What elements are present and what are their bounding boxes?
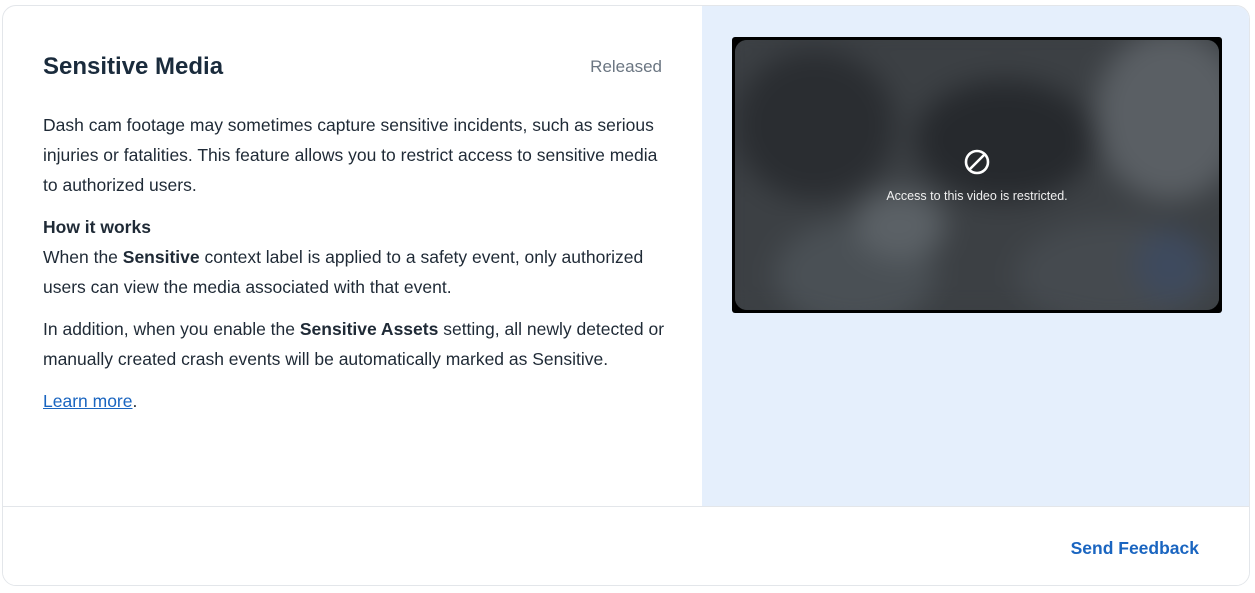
- blurred-video-thumbnail: Access to this video is restricted.: [735, 40, 1219, 310]
- send-feedback-button[interactable]: Send Feedback: [1071, 537, 1199, 559]
- feature-header: Sensitive Media Released: [43, 50, 662, 84]
- status-badge: Released: [590, 57, 662, 76]
- sensitive-label-text: Sensitive: [122, 247, 200, 267]
- how-it-works-section: How it works When the Sensitive context …: [43, 212, 666, 302]
- video-preview[interactable]: Access to this video is restricted.: [732, 37, 1222, 313]
- learn-more-line: Learn more.: [43, 386, 666, 416]
- intro-paragraph: Dash cam footage may sometimes capture s…: [43, 115, 658, 195]
- sensitive-assets-text: Sensitive Assets: [299, 319, 439, 339]
- feature-description-pane: Sensitive Media Released Dash cam footag…: [3, 6, 702, 506]
- addition-paragraph: In addition, when you enable the Sensiti…: [43, 314, 666, 374]
- feature-title: Sensitive Media: [43, 53, 224, 80]
- feature-body: Dash cam footage may sometimes capture s…: [43, 110, 666, 416]
- restricted-icon: [963, 148, 991, 176]
- media-preview-pane: Access to this video is restricted.: [702, 6, 1249, 506]
- feature-card: Sensitive Media Released Dash cam footag…: [2, 5, 1250, 586]
- how-it-works-heading: How it works: [43, 217, 151, 237]
- addition-text-prefix: In addition, when you enable the: [43, 319, 300, 339]
- how-it-works-text-prefix: When the: [43, 247, 123, 267]
- learn-more-period: .: [132, 391, 138, 411]
- restricted-message: Access to this video is restricted.: [886, 189, 1068, 203]
- learn-more-link[interactable]: Learn more: [43, 391, 133, 411]
- card-footer: Send Feedback: [3, 506, 1249, 585]
- restricted-overlay: Access to this video is restricted.: [735, 148, 1219, 204]
